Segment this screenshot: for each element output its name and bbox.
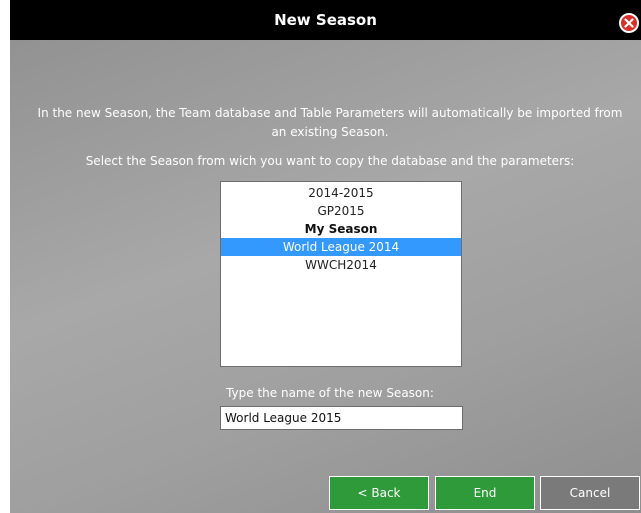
dialog-title: New Season	[274, 11, 377, 29]
season-item-gp2015[interactable]: GP2015	[221, 202, 461, 220]
intro-text: In the new Season, the Team database and…	[30, 104, 630, 142]
new-season-name-input[interactable]	[220, 406, 463, 430]
season-item-2014-2015[interactable]: 2014-2015	[221, 184, 461, 202]
cancel-button[interactable]: Cancel	[540, 476, 640, 510]
intro-line-1: In the new Season, the Team database and…	[37, 106, 623, 120]
intro-line-2: an existing Season.	[271, 125, 389, 139]
season-item-wwch2014[interactable]: WWCH2014	[221, 256, 461, 274]
end-button[interactable]: End	[435, 476, 535, 510]
new-season-dialog: New Season In the new Season, the Team d…	[10, 0, 641, 513]
title-bar: New Season	[10, 0, 641, 40]
back-button[interactable]: < Back	[329, 476, 429, 510]
season-item-my-season[interactable]: My Season	[221, 220, 461, 238]
select-season-prompt: Select the Season from wich you want to …	[85, 154, 575, 168]
season-item-world-league-2014[interactable]: World League 2014	[221, 238, 461, 256]
new-season-name-label: Type the name of the new Season:	[226, 386, 434, 400]
close-icon	[624, 18, 634, 28]
season-listbox[interactable]: 2014-2015 GP2015 My Season World League …	[220, 181, 462, 367]
close-button[interactable]	[619, 13, 639, 33]
